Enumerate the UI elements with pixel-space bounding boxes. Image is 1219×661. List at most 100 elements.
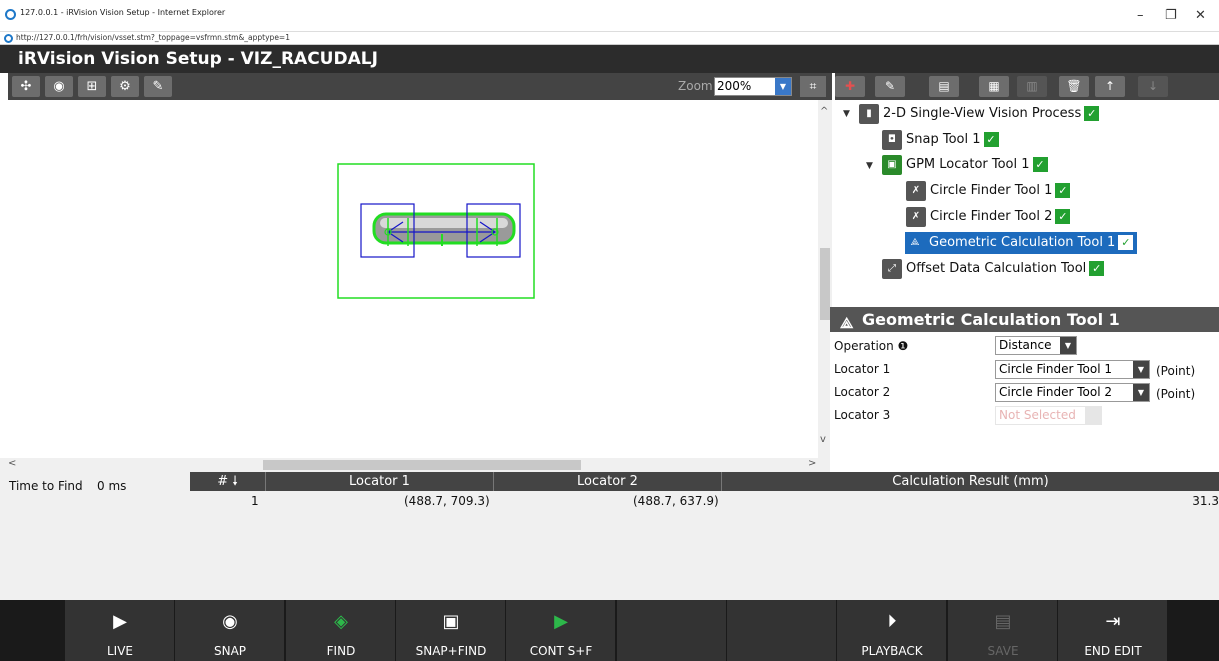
edit-icon[interactable]: ✎ [875,76,905,97]
time-to-find-value: 0 ms [97,479,127,493]
cont-snap-find-icon: ▶ [554,611,568,632]
snap-find-button[interactable]: ▣ SNAP+FIND [396,600,506,661]
operation-select[interactable]: Distance ▼ [995,336,1077,355]
insert-icon[interactable]: ▤ [929,76,959,97]
expand-icon[interactable]: ▼ [843,109,850,119]
save-icon: ▤ [994,611,1012,632]
fit-to-window-icon[interactable]: ⌗ [800,76,826,97]
check-icon: ✓ [1032,157,1048,172]
locator1-label: Locator 1 [834,362,891,376]
playback-button[interactable]: ⏵ PLAYBACK [837,600,947,661]
settings-icon[interactable]: ⚙ [111,76,139,97]
pencil-icon[interactable]: ✎ [144,76,172,97]
zoom-label: Zoom [678,79,713,93]
results-summary: Time to Find 0 ms [0,472,190,600]
browser-titlebar: 127.0.0.1 - iRVision Vision Setup - Inte… [0,0,1219,31]
save-button[interactable]: ▤ SAVE [948,600,1058,661]
live-button[interactable]: ▶ LIVE [65,600,175,661]
minimize-button[interactable]: – [1137,8,1144,23]
camera-icon: ◉ [222,611,238,632]
close-button[interactable]: ✕ [1195,8,1206,23]
image-canvas [337,163,535,299]
tree-toolbar: ✚ ✎ ▤ ▦ ▥ 🗑 ↑ ↓ [835,73,1219,100]
delete-icon[interactable]: 🗑 [1059,76,1089,97]
column-header-locator2[interactable]: Locator 2 [494,472,722,491]
gpm-locator-icon: ▣ [882,154,902,175]
add-icon[interactable]: ✚ [835,76,865,97]
scroll-up-icon[interactable]: ^ [820,106,828,117]
scroll-down-icon[interactable]: v [820,434,826,445]
move-down-icon[interactable]: ↓ [1138,76,1168,97]
cont-snap-find-button[interactable]: ▶ CONT S+F [506,600,616,661]
properties-header: ⟁ Geometric Calculation Tool 1 [830,307,1219,332]
vision-process-icon: ▮ [859,103,879,124]
pointer-icon[interactable]: ✣ [12,76,40,97]
tree-item-vision-process[interactable]: ▮ 2-D Single-View Vision Process ✓ [859,103,1100,125]
scroll-left-icon[interactable]: < [8,458,16,469]
browser-title: 127.0.0.1 - iRVision Vision Setup - Inte… [20,8,226,17]
tree-item-label: Snap Tool 1 [906,132,981,147]
scroll-right-icon[interactable]: > [808,458,816,469]
address-bar[interactable]: http://127.0.0.1/frh/vision/vsset.stm?_t… [0,31,1219,45]
results-table: # 🠗 Locator 1 Locator 2 Calculation Resu… [190,472,1219,600]
check-icon: ✓ [1118,235,1134,250]
tree-item-label: Circle Finder Tool 1 [930,183,1053,198]
column-header-result[interactable]: Calculation Result (mm) [722,472,1219,491]
zoom-select[interactable]: 200% ▼ [714,77,792,96]
locator3-select[interactable]: Not Selected [995,406,1102,425]
grid-icon[interactable]: ⊞ [78,76,106,97]
locator2-select[interactable]: Circle Finder Tool 2 ▼ [995,383,1150,402]
empty-function-button [727,600,837,661]
scroll-thumb[interactable] [263,460,581,470]
image-horizontal-scrollbar[interactable]: < > [0,458,832,472]
time-to-find-label: Time to Find [9,479,83,493]
tree-item-geometric-calc[interactable]: ⟁ Geometric Calculation Tool 1 ✓ [905,232,1138,254]
ie-page-icon [4,34,13,43]
column-header-locator1[interactable]: Locator 1 [266,472,494,491]
tree-item-circle-finder-1[interactable]: ✗ Circle Finder Tool 1 ✓ [906,180,1071,202]
scroll-thumb[interactable] [820,248,830,320]
locator2-value: Circle Finder Tool 2 [999,385,1112,399]
chevron-down-icon: ▼ [1133,384,1149,401]
results-header-row: # 🠗 Locator 1 Locator 2 Calculation Resu… [190,472,1219,491]
page-title: iRVision Vision Setup - VIZ_RACUDALJ [18,49,378,69]
tree-item-gpm-locator[interactable]: ▣ GPM Locator Tool 1 ✓ [882,154,1048,176]
operation-value: Distance [999,338,1052,352]
cell-result: 31.3 [1192,494,1219,508]
locator2-type: (Point) [1156,387,1196,401]
snap-find-icon: ▣ [442,611,460,632]
move-up-icon[interactable]: ↑ [1095,76,1125,97]
app-header: iRVision Vision Setup - VIZ_RACUDALJ [0,45,1219,73]
info-icon[interactable]: ❶ [898,339,909,353]
locator1-select[interactable]: Circle Finder Tool 1 ▼ [995,360,1150,379]
tree-item-snap-tool[interactable]: ◘ Snap Tool 1 ✓ [882,129,999,151]
locator1-type: (Point) [1156,364,1196,378]
restore-button[interactable]: ❐ [1165,8,1177,23]
cell-locator1: (488.7, 709.3) [404,494,490,508]
geometric-calc-icon: ⟁ [905,232,925,253]
image-display[interactable] [8,100,818,458]
sort-down-icon[interactable]: 🠗 [232,474,238,489]
column-header-number[interactable]: # 🠗 [190,472,266,491]
snap-icon: ◘ [882,129,902,150]
url-text[interactable]: http://127.0.0.1/frh/vision/vsset.stm?_t… [16,33,290,42]
cell-number: 1 [251,494,259,508]
circle-finder-icon: ✗ [906,206,926,227]
chevron-down-icon: ▼ [775,78,791,95]
tree-item-circle-finder-2[interactable]: ✗ Circle Finder Tool 2 ✓ [906,206,1071,228]
find-button[interactable]: ◈ FIND [286,600,396,661]
expand-icon[interactable]: ▼ [866,161,873,171]
tree-item-label: GPM Locator Tool 1 [906,157,1030,172]
locator3-label: Locator 3 [834,408,891,422]
properties-title: Geometric Calculation Tool 1 [862,310,1120,329]
zoom-value: 200% [717,79,752,93]
offset-calc-icon: ⤢ [882,258,902,279]
camera-icon[interactable]: ◉ [45,76,73,97]
tree-item-offset-calc[interactable]: ⤢ Offset Data Calculation Tool ✓ [882,258,1105,280]
snap-button[interactable]: ◉ SNAP [175,600,285,661]
paste-icon[interactable]: ▥ [1017,76,1047,97]
check-icon: ✓ [1055,183,1071,198]
copy-icon[interactable]: ▦ [979,76,1009,97]
end-edit-button[interactable]: ⇥ END EDIT [1058,600,1168,661]
live-icon: ▶ [113,611,127,632]
